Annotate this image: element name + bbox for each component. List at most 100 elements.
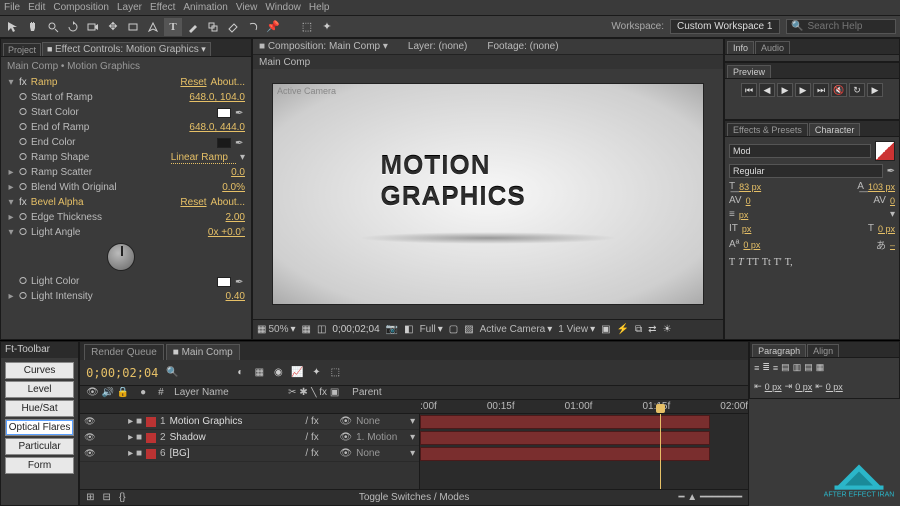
- hand-tool[interactable]: [24, 18, 42, 36]
- eyedropper-icon[interactable]: ✒: [235, 277, 245, 287]
- tracking[interactable]: 0: [890, 196, 895, 206]
- tab-paragraph[interactable]: Paragraph: [752, 344, 806, 357]
- justify-all-icon[interactable]: ▦: [816, 362, 825, 373]
- layer-row-1[interactable]: 👁 ▸ ■ 1 Motion Graphics / fx 👁 None▾: [80, 414, 419, 430]
- footer-icon-1[interactable]: ⊞: [86, 492, 94, 503]
- menu-edit[interactable]: Edit: [28, 2, 45, 13]
- align-left-icon[interactable]: ≡: [754, 363, 759, 373]
- tab-audio[interactable]: Audio: [755, 41, 790, 54]
- channels-icon[interactable]: ◧: [404, 324, 413, 335]
- roto-tool[interactable]: [244, 18, 262, 36]
- rotate-tool[interactable]: [64, 18, 82, 36]
- eyedropper-icon[interactable]: ✒: [887, 166, 895, 177]
- ramp-shape-dd[interactable]: Linear Ramp: [171, 152, 236, 164]
- comp-subtab[interactable]: Main Comp: [259, 57, 310, 68]
- menu-effect[interactable]: Effect: [150, 2, 175, 13]
- eraser-tool[interactable]: [224, 18, 242, 36]
- ft-optical-flares[interactable]: Optical Flares: [5, 419, 74, 436]
- motion-blur-icon[interactable]: ◉: [270, 365, 286, 381]
- text-tool[interactable]: T: [164, 18, 182, 36]
- layer-bar-3[interactable]: [420, 447, 710, 461]
- brush-tool[interactable]: [184, 18, 202, 36]
- ramp-end-ramp[interactable]: 648.0, 444.0: [189, 122, 245, 133]
- bevel-reset[interactable]: Reset: [180, 197, 206, 208]
- viewer-stage[interactable]: Active Camera MOTION GRAPHICS: [273, 84, 703, 304]
- justify-left-icon[interactable]: ▤: [781, 362, 790, 373]
- timecode-display[interactable]: 0;00;02;04: [332, 324, 379, 335]
- playhead[interactable]: [660, 414, 661, 489]
- ft-form[interactable]: Form: [5, 457, 74, 474]
- bevel-angle[interactable]: 0x +0.0°: [208, 227, 245, 238]
- brainstorm-icon[interactable]: ✦: [308, 365, 324, 381]
- ramp-start-ramp[interactable]: 648.0, 104.0: [189, 92, 245, 103]
- tab-main-comp-timeline[interactable]: ■ Main Comp: [166, 344, 240, 360]
- pixel-aspect-icon[interactable]: ▣: [601, 324, 610, 335]
- fast-preview-icon[interactable]: ⚡: [617, 324, 629, 335]
- eyedropper-icon[interactable]: ✒: [235, 108, 245, 118]
- leading[interactable]: 103 px: [868, 182, 895, 192]
- bevel-edge[interactable]: 2.00: [226, 212, 245, 223]
- puppet-tool[interactable]: 📌: [264, 18, 282, 36]
- parent-dd[interactable]: None: [356, 448, 406, 459]
- visibility-icon[interactable]: 👁: [84, 432, 96, 443]
- indent-left[interactable]: 0 px: [765, 382, 782, 392]
- layer-bar-2[interactable]: [420, 431, 710, 445]
- graph-editor-icon[interactable]: 📈: [289, 365, 305, 381]
- menu-animation[interactable]: Animation: [183, 2, 227, 13]
- tab-preview[interactable]: Preview: [727, 65, 771, 78]
- eyedropper-icon[interactable]: ✒: [235, 138, 245, 148]
- zoom-tool[interactable]: [44, 18, 62, 36]
- workspace-dropdown[interactable]: Custom Workspace 1: [670, 19, 780, 34]
- mute-btn[interactable]: 🔇: [831, 83, 847, 97]
- current-timecode[interactable]: 0;00;02;04: [86, 366, 158, 380]
- indent-right[interactable]: 0 px: [826, 382, 843, 392]
- draft3d-icon[interactable]: ⬚: [327, 365, 343, 381]
- ramp-end-color[interactable]: [217, 138, 231, 148]
- bevel-intensity[interactable]: 0.40: [226, 291, 245, 302]
- resolution-dd[interactable]: Full ▾: [420, 324, 443, 335]
- visibility-icon[interactable]: 👁: [84, 448, 96, 459]
- bevel-light-color[interactable]: [217, 277, 231, 287]
- selection-tool[interactable]: [4, 18, 22, 36]
- font-size[interactable]: 83 px: [739, 182, 761, 192]
- layer-row-3[interactable]: 👁 ▸ ■ 6 [BG] / fx 👁 None▾: [80, 446, 419, 462]
- flowchart-icon[interactable]: ⇄: [648, 324, 656, 335]
- toolbar-extra-1[interactable]: ⬚: [298, 18, 316, 36]
- ft-curves[interactable]: Curves: [5, 362, 74, 379]
- toggle-switches-modes[interactable]: Toggle Switches / Modes: [359, 492, 470, 503]
- justify-center-icon[interactable]: ▥: [793, 362, 802, 373]
- roi-icon[interactable]: ▢: [449, 324, 458, 335]
- all-caps[interactable]: TT: [747, 257, 759, 268]
- pen-tool[interactable]: [144, 18, 162, 36]
- ramp-about[interactable]: About...: [211, 77, 245, 88]
- menu-file[interactable]: File: [4, 2, 20, 13]
- toolbar-extra-2[interactable]: ✦: [318, 18, 336, 36]
- search-input[interactable]: [807, 21, 887, 32]
- fx-ramp-header[interactable]: ▾fx Ramp Reset About...: [7, 75, 245, 90]
- footer-icon-2[interactable]: ⊟: [103, 492, 111, 503]
- parent-dd[interactable]: None: [356, 416, 406, 427]
- menu-view[interactable]: View: [236, 2, 258, 13]
- last-frame-btn[interactable]: ⏭: [813, 83, 829, 97]
- font-family-dd[interactable]: Mod: [729, 144, 871, 158]
- ramp-reset[interactable]: Reset: [180, 77, 206, 88]
- small-caps[interactable]: Tt: [762, 257, 771, 268]
- tab-character[interactable]: Character: [809, 123, 861, 136]
- justify-right-icon[interactable]: ▤: [804, 362, 813, 373]
- track-area[interactable]: [420, 414, 748, 489]
- anchor-tool[interactable]: ✥: [104, 18, 122, 36]
- layer-row-2[interactable]: 👁 ▸ ■ 2 Shadow / fx 👁 1. Motion▾: [80, 430, 419, 446]
- play-btn[interactable]: ▶: [777, 83, 793, 97]
- ram-preview-btn[interactable]: ▶: [867, 83, 883, 97]
- next-frame-btn[interactable]: ▶: [795, 83, 811, 97]
- indent-first[interactable]: 0 px: [795, 382, 812, 392]
- tab-align[interactable]: Align: [807, 344, 839, 357]
- parent-dd[interactable]: 1. Motion: [356, 432, 406, 443]
- shy-icon[interactable]: ◐: [232, 365, 248, 381]
- vscale[interactable]: px: [742, 224, 752, 234]
- fx-bevel-header[interactable]: ▾fx Bevel Alpha Reset About...: [7, 195, 245, 210]
- first-frame-btn[interactable]: ⏮: [741, 83, 757, 97]
- views-dd[interactable]: 1 View ▾: [558, 324, 595, 335]
- tab-effects-presets[interactable]: Effects & Presets: [727, 123, 808, 136]
- magnification-dd[interactable]: ▦ 50% ▾: [257, 324, 296, 335]
